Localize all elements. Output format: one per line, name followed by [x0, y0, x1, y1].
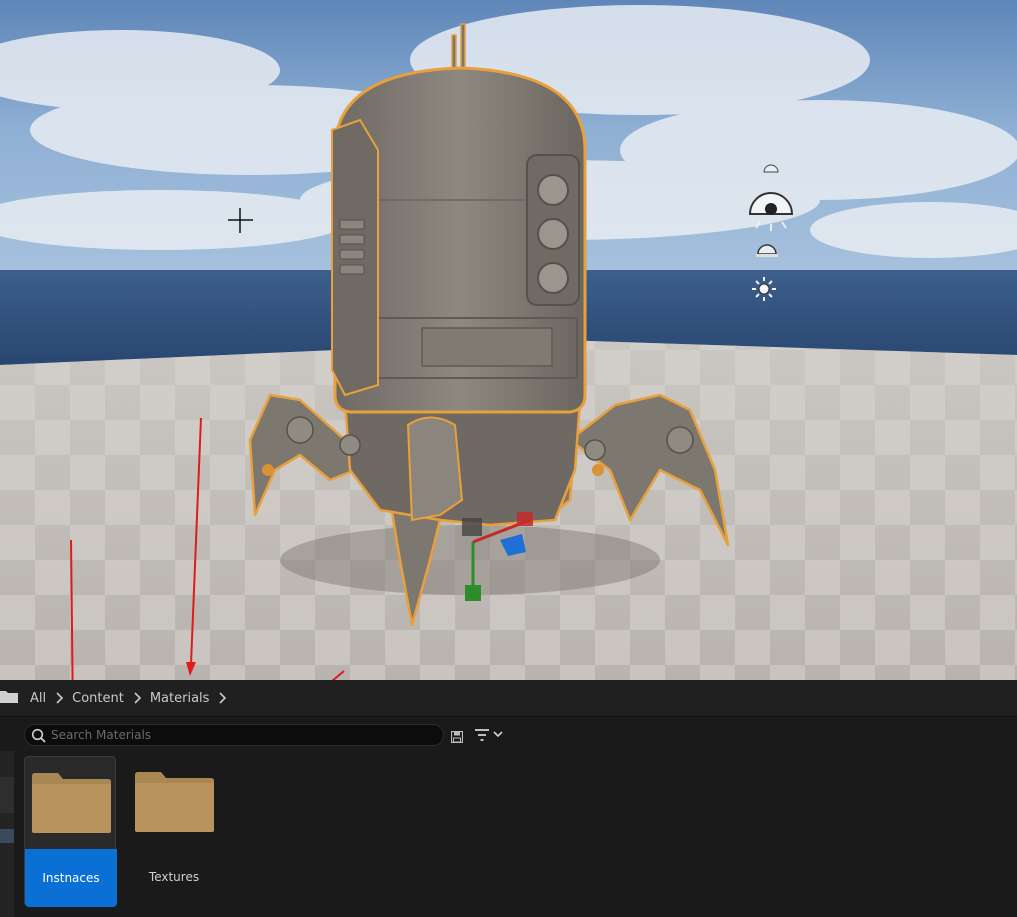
filter-icon[interactable] [474, 727, 506, 746]
search-box[interactable] [24, 724, 444, 746]
search-icon [31, 728, 47, 748]
level-viewport[interactable] [0, 0, 1017, 680]
chevron-right-icon[interactable] [50, 689, 68, 707]
folder-icon[interactable] [0, 689, 18, 707]
breadcrumb-content[interactable]: Content [68, 691, 128, 706]
chevron-right-icon[interactable] [213, 689, 231, 707]
breadcrumb-materials[interactable]: Materials [146, 691, 214, 706]
asset-label: Instnaces [25, 849, 117, 907]
asset-label: Textures [148, 870, 200, 884]
search-input[interactable] [51, 727, 431, 743]
viewport-scene [0, 0, 1017, 680]
folder-icon [128, 756, 220, 848]
breadcrumb: All Content Materials [0, 680, 1017, 717]
content-browser: All Content Materials Search Materials I… [0, 680, 1017, 917]
asset-tile-folder[interactable]: Textures [128, 756, 220, 906]
save-icon[interactable] [450, 728, 464, 747]
breadcrumb-all[interactable]: All [26, 691, 50, 706]
asset-tile-folder[interactable]: Instnaces [24, 756, 117, 907]
content-toolbar [0, 717, 1017, 751]
folder-icon [25, 757, 117, 849]
chevron-right-icon[interactable] [128, 689, 146, 707]
